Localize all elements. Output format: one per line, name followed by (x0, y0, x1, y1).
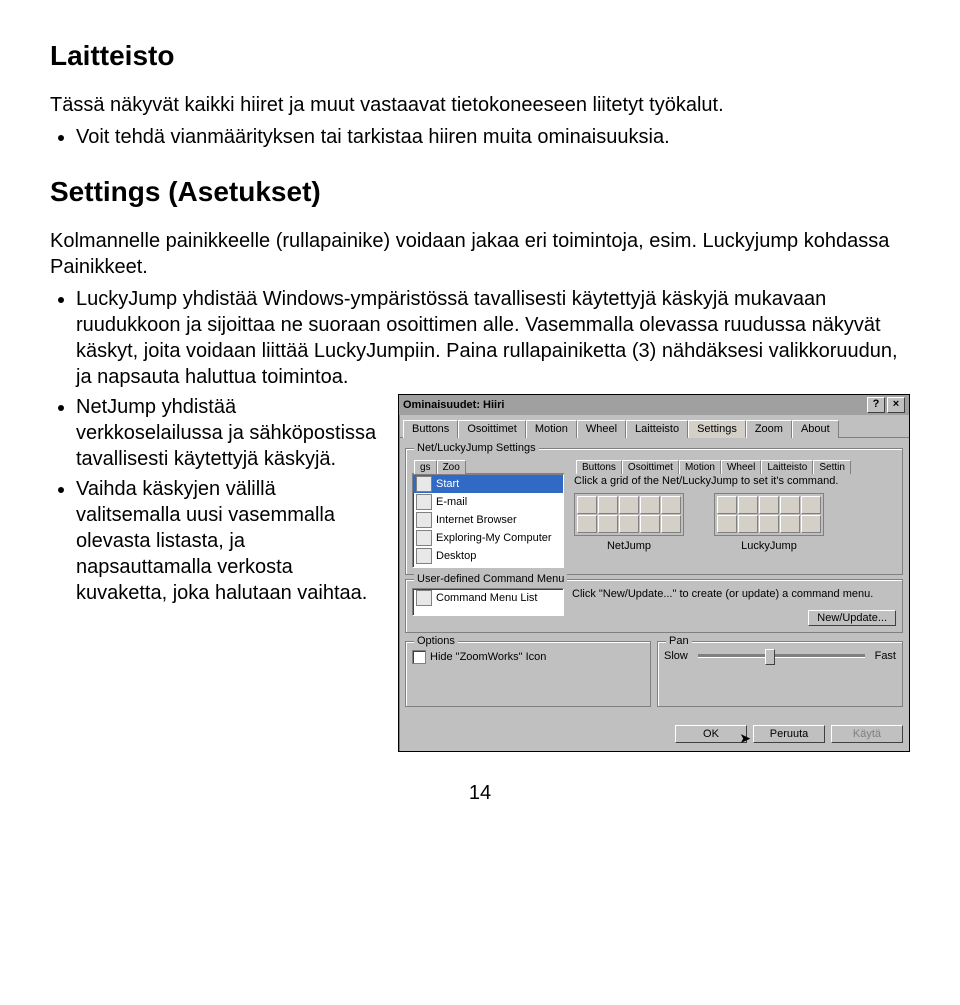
grid-cell[interactable] (598, 496, 618, 514)
command-menu-list[interactable]: Command Menu List (412, 588, 564, 616)
intro-laitteisto: Tässä näkyvät kaikki hiiret ja muut vast… (50, 92, 910, 118)
grid-cell[interactable] (577, 515, 597, 533)
group-pan: Pan Slow Fast (657, 641, 903, 707)
menu-icon (416, 590, 432, 606)
group-title-nlj: Net/LuckyJump Settings (414, 442, 539, 454)
group-netluckyjump: Net/LuckyJump Settings gs Zoo Start E-ma… (405, 448, 903, 575)
pan-slow-label: Slow (664, 650, 688, 662)
ok-button[interactable]: OK (675, 725, 747, 743)
tab-buttons[interactable]: Buttons (403, 420, 458, 438)
grid-cell[interactable] (717, 496, 737, 514)
grid-cell[interactable] (801, 496, 821, 514)
grid-cell[interactable] (640, 496, 660, 514)
tab-wheel[interactable]: Wheel (577, 420, 626, 438)
inner-tab[interactable]: Laitteisto (761, 460, 813, 474)
intro-settings: Kolmannelle painikkeelle (rullapainike) … (50, 228, 910, 280)
list-item-label: Desktop (436, 550, 476, 562)
list-item: Start (413, 475, 563, 493)
list-item-label: Internet Browser (436, 514, 517, 526)
group-title-cmd: User-defined Command Menu (414, 573, 567, 585)
grid-cell[interactable] (661, 496, 681, 514)
group-title-options: Options (414, 635, 458, 647)
tab-about[interactable]: About (792, 420, 839, 438)
heading-settings: Settings (Asetukset) (50, 176, 910, 208)
slider-thumb[interactable] (765, 649, 775, 665)
help-button[interactable]: ? (867, 397, 885, 413)
bullet-settings-3: Vaihda käskyjen välillä valitsemalla uus… (76, 476, 380, 606)
netjump-grid[interactable] (574, 493, 684, 536)
list-item: Command Menu List (413, 589, 563, 607)
page-number: 14 (50, 782, 910, 805)
grid-cell[interactable] (738, 515, 758, 533)
list-item: E-mail (413, 493, 563, 511)
inner-tab[interactable]: Osoittimet (622, 460, 679, 474)
grid-cell[interactable] (598, 515, 618, 533)
pan-fast-label: Fast (875, 650, 896, 662)
tab-motion[interactable]: Motion (526, 420, 577, 438)
new-update-button[interactable]: New/Update... (808, 610, 896, 626)
grid-cell[interactable] (759, 515, 779, 533)
titlebar: Ominaisuudet: Hiiri ? × (399, 395, 909, 415)
close-button[interactable]: × (887, 397, 905, 413)
start-icon (416, 476, 432, 492)
grid-cell[interactable] (738, 496, 758, 514)
group-command-menu: User-defined Command Menu Command Menu L… (405, 579, 903, 633)
dialog-button-row: OK ➤ Peruuta Käytä (399, 717, 909, 751)
list-item-label: E-mail (436, 496, 467, 508)
hide-zoomworks-checkbox[interactable] (412, 650, 426, 664)
hide-zoomworks-label: Hide "ZoomWorks" Icon (430, 651, 546, 663)
bullet-laitteisto-1: Voit tehdä vianmäärityksen tai tarkistaa… (76, 124, 910, 150)
luckyjump-label: LuckyJump (714, 540, 824, 552)
list-item: Desktop (413, 547, 563, 565)
apply-button[interactable]: Käytä (831, 725, 903, 743)
luckyjump-grid[interactable] (714, 493, 824, 536)
grid-cell[interactable] (759, 496, 779, 514)
inner-tab[interactable]: Wheel (721, 460, 761, 474)
list-item-label: Command Menu List (436, 592, 538, 604)
inner-tabs-left: gs Zoo (412, 457, 564, 474)
grid-cell[interactable] (661, 515, 681, 533)
pan-slider[interactable] (698, 654, 865, 658)
grid-cell[interactable] (640, 515, 660, 533)
bullet-settings-2: NetJump yhdistää verkkoselailussa ja säh… (76, 394, 380, 472)
list-item: Internet Browser (413, 511, 563, 529)
dialog-title: Ominaisuudet: Hiiri (403, 399, 865, 411)
tab-laitteisto[interactable]: Laitteisto (626, 420, 688, 438)
grid-cell[interactable] (801, 515, 821, 533)
tab-zoom[interactable]: Zoom (746, 420, 792, 438)
group-title-pan: Pan (666, 635, 692, 647)
explorer-icon (416, 530, 432, 546)
heading-laitteisto: Laitteisto (50, 40, 910, 72)
grid-cell[interactable] (577, 496, 597, 514)
grid-cell[interactable] (780, 496, 800, 514)
inner-tab-zoo[interactable]: Zoo (437, 460, 466, 474)
grid-cell[interactable] (717, 515, 737, 533)
browser-icon (416, 512, 432, 528)
list-item: Exploring-My Computer (413, 529, 563, 547)
cancel-button[interactable]: Peruuta (753, 725, 825, 743)
tab-settings[interactable]: Settings (688, 420, 746, 438)
inner-tab[interactable]: Settin (813, 460, 851, 474)
group-options: Options Hide "ZoomWorks" Icon (405, 641, 651, 707)
inner-tab[interactable]: Buttons (576, 460, 622, 474)
list-item-label: Start (436, 478, 459, 490)
command-listbox[interactable]: Start E-mail Internet Browser Exploring-… (412, 474, 564, 568)
list-item-label: Exploring-My Computer (436, 532, 552, 544)
grid-cell[interactable] (619, 515, 639, 533)
inner-tabs-right: Buttons Osoittimet Motion Wheel Laitteis… (574, 457, 896, 473)
tabs-row: Buttons Osoittimet Motion Wheel Laitteis… (399, 415, 909, 438)
desktop-icon (416, 548, 432, 564)
grid-cell[interactable] (619, 496, 639, 514)
dialog-window: Ominaisuudet: Hiiri ? × Buttons Osoittim… (398, 394, 910, 752)
inner-tab-gs[interactable]: gs (414, 460, 437, 474)
email-icon (416, 494, 432, 510)
netjump-label: NetJump (574, 540, 684, 552)
cmd-hint: Click "New/Update..." to create (or upda… (572, 588, 896, 600)
grid-cell[interactable] (780, 515, 800, 533)
bullet-settings-1: LuckyJump yhdistää Windows-ympäristössä … (76, 286, 910, 390)
tab-osoittimet[interactable]: Osoittimet (458, 420, 526, 438)
nlj-hint: Click a grid of the Net/LuckyJump to set… (574, 475, 896, 487)
inner-tab[interactable]: Motion (679, 460, 721, 474)
